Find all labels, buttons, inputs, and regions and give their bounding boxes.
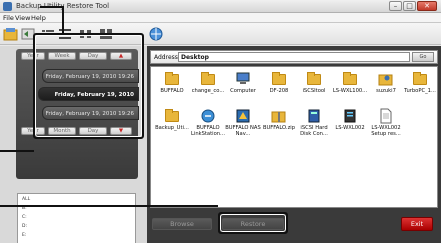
menu-bar: File View Help [0,13,441,23]
preview-line: E: [22,233,27,238]
menu-view[interactable]: View [15,14,30,22]
folder-icon [307,72,321,85]
file-label: BUFFALO LinkStation... [190,125,225,137]
address-bar: Address Desktop Go [150,50,438,64]
menu-file[interactable]: File [3,14,14,22]
callout-line [62,6,64,34]
restore-tool-window: Backup Utility Restore Tool – □ ✕ File V… [0,0,441,243]
file-item[interactable]: LS-WXL100... [331,70,369,106]
folder-icon [343,72,357,85]
file-label: suzuki7 [376,88,396,94]
file-item[interactable]: BUFFALO NAS Nav... [224,107,262,143]
file-item[interactable]: BUFFALO LinkStation... [189,107,227,143]
user-folder-icon [378,74,393,86]
menu-help[interactable]: Help [31,14,46,22]
file-label: iSCSI Hard Disk Con... [300,125,328,137]
file-item[interactable]: LS-WXL002 Setup res... [367,107,405,143]
go-button[interactable]: Go [412,52,434,62]
address-input[interactable]: Desktop [178,52,410,62]
app-icon [3,2,12,11]
file-item[interactable]: BUFFALO [153,70,191,106]
file-label: iSCSItool [302,88,326,94]
file-item[interactable]: DF-208 [260,70,298,106]
folder-icon [165,72,179,85]
ls-app-icon [344,109,356,123]
callout-line [40,6,64,8]
file-item[interactable]: change_co... [189,70,227,106]
nas-navigator-icon [236,109,250,123]
file-label: LS-WXL002 Setup res... [371,125,401,137]
connect-icon[interactable] [148,26,164,42]
iscsi-app-icon [308,109,320,123]
minimize-button[interactable]: – [389,1,402,11]
file-browser-pane: Address Desktop Go BUFFALO change_co... [147,46,441,243]
date-area-highlight-inner [35,35,142,137]
file-list: BUFFALO change_co... Computer DF-208 iSC… [150,66,438,208]
backup-icon[interactable] [3,26,19,42]
file-item[interactable]: LS-WXL002 [331,107,369,143]
folder-icon [413,72,427,85]
file-label: TurboPC_1... [404,88,436,94]
maximize-button[interactable]: □ [403,1,416,11]
file-item[interactable]: TurboPC_1... [401,70,439,106]
title-bar: Backup Utility Restore Tool – □ ✕ [0,0,441,13]
action-bar: Browse Restore Exit [147,212,441,243]
close-button[interactable]: ✕ [417,1,437,11]
zip-folder-icon [271,111,286,123]
file-label: LS-WXL100... [332,88,368,94]
file-label: DF-208 [269,88,289,94]
folder-icon [201,72,215,85]
file-label: BUFFALO.zip [262,125,296,131]
file-item[interactable]: suzuki7 [367,70,405,106]
callout-line [0,205,218,207]
file-item[interactable]: iSCSI Hard Disk Con... [295,107,333,143]
drive-preview: ALL B: C: D: E: [17,193,136,243]
exit-button[interactable]: Exit [401,217,433,231]
preview-line: ALL [22,197,31,202]
document-icon [380,108,392,124]
file-label: change_co... [191,88,225,94]
file-label: BUFFALO [160,88,184,94]
folder-icon [165,109,179,122]
browse-label: Browse [170,220,194,228]
restore-highlight-inner [220,214,286,232]
file-item[interactable]: Backup_Uti... [153,107,191,143]
file-label: LS-WXL002 [335,125,365,131]
linkstation-app-icon [201,109,215,123]
folder-icon [272,72,286,85]
address-label: Address [154,54,178,61]
preview-line: C: [22,215,27,220]
file-label: BUFFALO NAS Nav... [225,125,261,137]
callout-line [0,150,34,152]
file-item[interactable]: iSCSItool [295,70,333,106]
computer-icon [236,72,250,84]
file-item[interactable]: Computer [224,70,262,106]
browse-button[interactable]: Browse [152,218,212,230]
file-label: Computer [230,88,256,94]
preview-line: D: [22,224,27,229]
file-item[interactable]: BUFFALO.zip [260,107,298,143]
file-label: Backup_Uti... [155,125,189,131]
